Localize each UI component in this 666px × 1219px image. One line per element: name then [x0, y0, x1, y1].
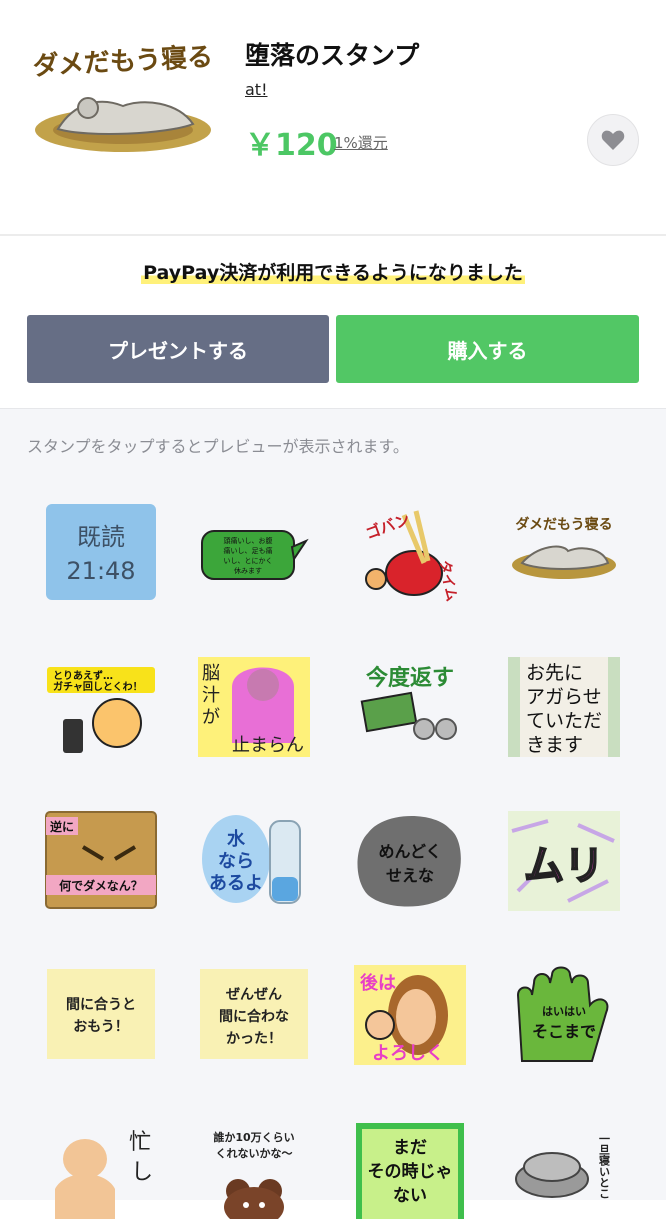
sticker-gohan-time[interactable]: ゴバン タイム: [354, 503, 466, 603]
sticker-text: 忙: [129, 1130, 151, 1155]
sticker-text: かった！: [226, 1031, 282, 1047]
product-header: ダメだもう寝る 堕落のスタンプ at! ￥120 1%還元: [0, 0, 666, 234]
sticker-isogashi[interactable]: 忙 し: [45, 1119, 157, 1219]
sticker-text: ガチャ回しとくわ！: [53, 680, 143, 693]
sticker-damedamou[interactable]: ダメだもう寝る: [508, 503, 620, 603]
sticker-preview-section: スタンプをタップするとプレビューが表示されます。 既読 21:48 頭痛いし、お…: [0, 408, 666, 1219]
sticker-text: ムリ: [524, 843, 604, 889]
buy-button[interactable]: 購入する: [336, 315, 639, 383]
sticker-text: その時じゃ: [368, 1161, 453, 1182]
sticker-text: 汁: [202, 685, 220, 706]
sticker-text: タイム: [436, 559, 459, 603]
sticker-text: 21:48: [66, 557, 135, 585]
sticker-text: あるよ: [209, 873, 263, 894]
sticker-text: 間に合うと: [66, 996, 136, 1013]
sticker-gacha[interactable]: とりあえず… ガチャ回しとくわ！: [45, 657, 157, 757]
sticker-text: ない: [393, 1186, 427, 1206]
sticker-text: くれないかな〜: [216, 1147, 293, 1160]
sticker-kidoku[interactable]: 既読 21:48: [45, 503, 157, 603]
sticker-mizu[interactable]: 水 なら あるよ: [198, 811, 310, 911]
sticker-mada[interactable]: まだ その時じゃ ない: [354, 1119, 466, 1219]
sticker-text: はいはい: [542, 1005, 586, 1018]
sticker-text: 既読: [77, 523, 125, 551]
sticker-text: 休みます: [234, 566, 262, 575]
sticker-text: ゴバン: [363, 510, 412, 543]
sticker-text: せえな: [386, 866, 434, 885]
sticker-main-thumbnail: ダメだもう寝る: [32, 41, 214, 152]
divider: [0, 234, 666, 236]
favorite-button[interactable]: [587, 114, 639, 166]
sticker-muri[interactable]: ムリ: [508, 811, 620, 911]
sticker-text: とりあえず…: [53, 669, 113, 682]
sticker-text: めんどく: [378, 842, 441, 861]
sticker-text: よろしく: [372, 1043, 444, 1064]
product-title: 堕落のスタンプ: [245, 41, 420, 70]
sticker-text: お先に: [526, 662, 583, 684]
sticker-text: ダメだもう寝る: [515, 516, 612, 533]
sticker-text: 頭痛いし、お腹: [224, 536, 273, 545]
sticker-text: なら: [218, 851, 254, 872]
paypay-notice: PayPay決済が利用できるようになりました: [0, 258, 666, 285]
thumb-caption: ダメだもう寝る: [32, 41, 214, 81]
sticker-text: 一旦寝いとこ: [598, 1133, 611, 1199]
sticker-noujiru[interactable]: 脳 汁 が 止まらん: [198, 657, 310, 757]
paypay-notice-text: PayPay決済が利用できるようになりました: [141, 262, 525, 284]
sticker-10man[interactable]: 誰か10万くらい くれないかな〜: [198, 1119, 310, 1219]
sticker-text: いし、とにかく: [224, 557, 273, 565]
sticker-text: 間に合わな: [219, 1008, 289, 1025]
present-button[interactable]: プレゼントする: [27, 315, 329, 383]
sticker-text: 逆に: [50, 819, 74, 834]
sticker-text: 何でダメなん？: [59, 878, 143, 893]
sticker-text: ぜんぜん: [226, 987, 282, 1003]
sticker-text: まだ: [393, 1138, 427, 1158]
sticker-maniawanakatta[interactable]: ぜんぜん 間に合わな かった！: [198, 965, 310, 1065]
sticker-text: ていただ: [526, 710, 602, 732]
sticker-text: が: [202, 707, 220, 728]
sticker-atowa-yoroshiku[interactable]: 後は よろしく: [354, 965, 466, 1065]
author-link[interactable]: at!: [245, 80, 268, 99]
sticker-yasumimasu[interactable]: 頭痛いし、お腹 痛いし、足も痛 いし、とにかく 休みます: [198, 503, 310, 603]
sticker-text: 今度返す: [366, 665, 454, 691]
sticker-text: きます: [526, 734, 583, 756]
sticker-kondo-kaesu[interactable]: 今度返す: [354, 657, 466, 757]
sticker-text: そこまで: [532, 1022, 596, 1041]
sticker-text: 後は: [360, 972, 396, 994]
heart-icon: [601, 130, 625, 150]
sticker-text: 脳: [202, 663, 220, 684]
sticker-nande-dame[interactable]: 逆に 何でダメなん？: [45, 811, 157, 911]
sticker-mendokuse[interactable]: めんどく せえな: [354, 811, 466, 911]
rebate-link[interactable]: 1%還元: [334, 132, 388, 153]
sticker-haihai[interactable]: はいはい そこまで: [508, 965, 620, 1065]
sticker-osakini[interactable]: お先に アガらせ ていただ きます: [508, 657, 620, 757]
sticker-text: 止まらん: [232, 735, 304, 756]
sticker-text: 水: [227, 828, 246, 850]
preview-hint: スタンプをタップするとプレビューが表示されます。: [27, 437, 409, 456]
sticker-text: おもう！: [73, 1019, 129, 1035]
price: ￥120: [245, 128, 338, 163]
sticker-text: アガらせ: [526, 686, 602, 708]
sticker-text: 痛いし、足も痛: [224, 546, 273, 555]
sticker-maniau[interactable]: 間に合うと おもう！: [45, 965, 157, 1065]
sticker-ittan-neitoko[interactable]: 一旦寝いとこ: [508, 1119, 620, 1219]
sticker-text: 誰か10万くらい: [213, 1130, 294, 1144]
sticker-text: し: [131, 1160, 153, 1185]
